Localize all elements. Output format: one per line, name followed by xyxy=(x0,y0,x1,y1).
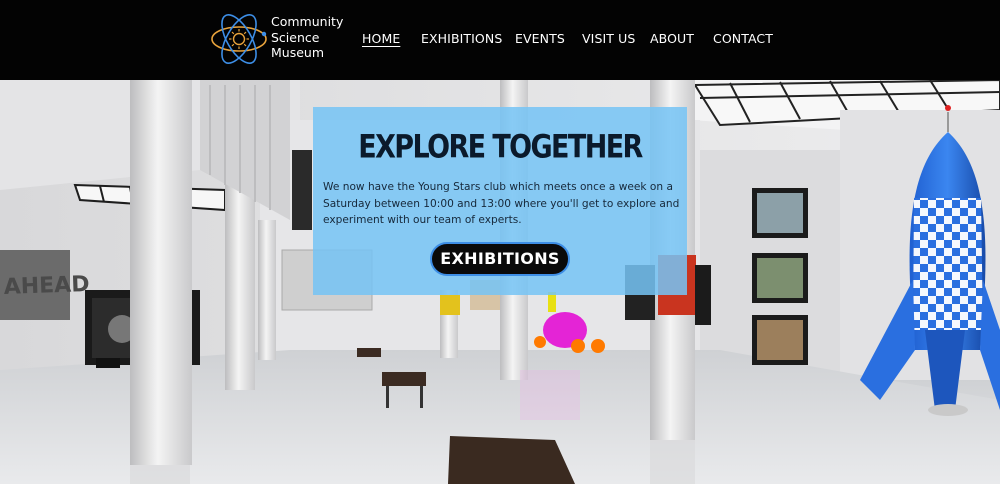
nav-visit-us[interactable]: VISIT US xyxy=(582,31,635,46)
site-header: Community Science Museum HOME EXHIBITION… xyxy=(0,0,1000,80)
hero-info-panel: EXPLORE TOGETHER We now have the Young S… xyxy=(313,107,687,295)
nav-events[interactable]: EVENTS xyxy=(515,31,565,46)
hero-title: EXPLORE TOGETHER xyxy=(358,129,643,166)
hero-description: We now have the Young Stars club which m… xyxy=(323,181,680,226)
nav-exhibitions[interactable]: EXHIBITIONS xyxy=(421,31,502,46)
nav-home[interactable]: HOME xyxy=(362,31,400,46)
nav-contact[interactable]: CONTACT xyxy=(713,31,773,46)
exhibitions-button[interactable]: EXHIBITIONS xyxy=(430,242,570,276)
hero-section: AHEAD EXPLORE TOGETHER We now have the Y… xyxy=(0,80,1000,484)
logo-line: Community xyxy=(271,14,344,29)
page-bottom-spacer xyxy=(0,484,1000,504)
nav-about[interactable]: ABOUT xyxy=(650,31,694,46)
main-nav: HOME EXHIBITIONS EVENTS VISIT US ABOUT C… xyxy=(0,31,1000,51)
svg-text:AHEAD: AHEAD xyxy=(3,272,90,300)
